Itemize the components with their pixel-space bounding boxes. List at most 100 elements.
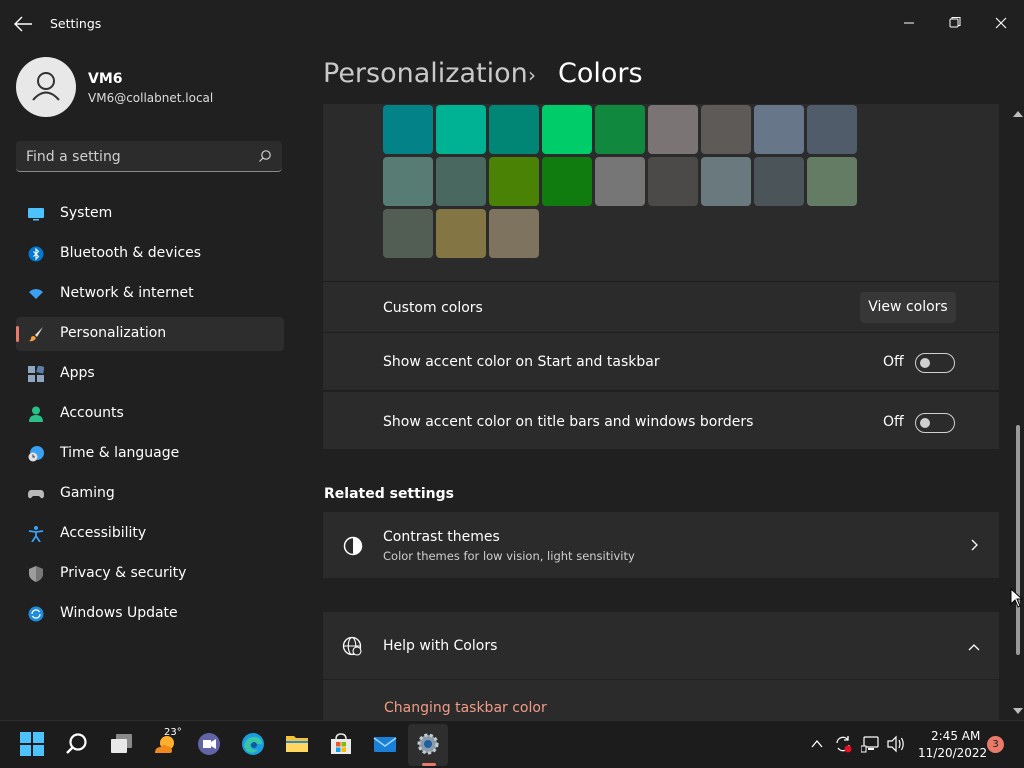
sidebar-item-label: Accounts <box>60 405 124 421</box>
sidebar-item-label: Time & language <box>60 445 180 461</box>
scroll-down-arrow-icon[interactable] <box>1013 707 1023 715</box>
sidebar-item-apps[interactable]: Apps <box>16 357 284 391</box>
color-swatch[interactable] <box>436 105 486 154</box>
sidebar-item-time-language[interactable]: Time & language <box>16 437 284 471</box>
sidebar-item-gaming[interactable]: Gaming <box>16 477 284 511</box>
clock-date[interactable]: 11/20/2022 <box>918 746 987 760</box>
sidebar-item-label: Accessibility <box>60 525 147 541</box>
toggle-state-text: Off <box>883 414 904 430</box>
sidebar-item-privacy[interactable]: Privacy & security <box>16 557 284 591</box>
search-input[interactable]: Find a setting <box>16 141 282 172</box>
color-swatch[interactable] <box>489 157 539 206</box>
notification-badge[interactable]: 3 <box>987 736 1004 753</box>
custom-colors-label: Custom colors <box>383 300 483 316</box>
contrast-icon <box>343 536 363 556</box>
color-swatch[interactable] <box>383 209 433 258</box>
sidebar-item-system[interactable]: System <box>16 197 284 231</box>
toggle-state-text: Off <box>883 354 904 370</box>
search-icon <box>259 150 271 162</box>
network-icon[interactable] <box>861 734 881 754</box>
color-swatch[interactable] <box>754 157 804 206</box>
shield-icon <box>29 566 43 582</box>
contrast-themes-title: Contrast themes <box>383 529 500 545</box>
color-swatch[interactable] <box>383 157 433 206</box>
monitor-icon <box>28 208 44 221</box>
active-indicator <box>16 326 19 342</box>
close-icon[interactable] <box>986 8 1016 38</box>
window-title: Settings <box>50 16 102 31</box>
task-view-icon[interactable] <box>108 731 134 757</box>
mail-icon[interactable] <box>372 731 398 757</box>
divider <box>323 390 999 391</box>
sidebar-item-accessibility[interactable]: Accessibility <box>16 517 284 551</box>
user-name: VM6 <box>88 71 123 87</box>
color-swatch[interactable] <box>542 157 592 206</box>
user-email: VM6@collabnet.local <box>88 91 214 105</box>
sidebar-item-accounts[interactable]: Accounts <box>16 397 284 431</box>
color-swatch[interactable] <box>807 157 857 206</box>
restore-icon[interactable] <box>940 8 970 38</box>
breadcrumb-parent[interactable]: Personalization <box>323 58 528 89</box>
update-icon <box>28 606 44 622</box>
sidebar-item-bluetooth[interactable]: Bluetooth & devices <box>16 237 284 271</box>
sidebar-item-label: Network & internet <box>60 285 194 301</box>
page-title: Colors <box>558 58 643 89</box>
related-settings-heading: Related settings <box>324 486 454 502</box>
sidebar-item-network[interactable]: Network & internet <box>16 277 284 311</box>
changing-taskbar-color-link[interactable]: Changing taskbar color <box>384 700 547 716</box>
toggle-knob <box>920 418 930 428</box>
sidebar-item-label: Windows Update <box>60 605 178 621</box>
color-swatch[interactable] <box>436 157 486 206</box>
accent-start-toggle[interactable] <box>915 353 955 373</box>
color-swatch[interactable] <box>383 105 433 154</box>
color-swatch[interactable] <box>489 105 539 154</box>
color-swatch[interactable] <box>648 157 698 206</box>
brush-icon <box>29 327 43 342</box>
clock-time[interactable]: 2:45 AM <box>931 729 980 743</box>
color-swatch[interactable] <box>595 157 645 206</box>
edge-icon[interactable] <box>240 731 266 757</box>
chevron-up-icon <box>968 644 980 651</box>
apps-icon <box>28 366 44 382</box>
sidebar-item-windows-update[interactable]: Windows Update <box>16 597 284 631</box>
color-swatch[interactable] <box>436 209 486 258</box>
scrollbar-thumb[interactable] <box>1016 425 1020 655</box>
volume-icon[interactable] <box>886 734 906 754</box>
color-swatch[interactable] <box>542 105 592 154</box>
color-swatch[interactable] <box>648 105 698 154</box>
accent-titlebar-row: Show accent color on title bars and wind… <box>323 392 999 449</box>
back-arrow-icon[interactable] <box>12 14 34 34</box>
help-colors-header[interactable]: Help with Colors <box>323 612 999 679</box>
sidebar-item-personalization[interactable]: Personalization <box>16 317 284 351</box>
color-swatch[interactable] <box>701 105 751 154</box>
file-explorer-icon[interactable] <box>284 731 310 757</box>
contrast-themes-card[interactable]: Contrast themes Color themes for low vis… <box>323 512 999 578</box>
settings-icon[interactable] <box>415 731 441 757</box>
store-icon[interactable] <box>328 731 354 757</box>
accessibility-icon <box>28 526 44 542</box>
color-swatch[interactable] <box>489 209 539 258</box>
avatar[interactable] <box>16 57 76 117</box>
color-swatch[interactable] <box>595 105 645 154</box>
accent-palette-card <box>323 104 999 281</box>
accent-titlebar-toggle[interactable] <box>915 413 955 433</box>
accent-start-label: Show accent color on Start and taskbar <box>383 354 660 370</box>
minimize-icon[interactable] <box>894 8 924 38</box>
help-colors-body: Changing taskbar color <box>323 680 999 720</box>
chevron-up-icon[interactable] <box>810 737 824 751</box>
start-icon[interactable] <box>20 732 44 756</box>
color-swatch[interactable] <box>807 105 857 154</box>
sidebar-item-label: Personalization <box>60 325 167 341</box>
color-swatch[interactable] <box>701 157 751 206</box>
search-icon[interactable] <box>64 731 90 757</box>
contrast-themes-subtitle: Color themes for low vision, light sensi… <box>383 549 635 563</box>
weather-temperature: 23° <box>164 727 182 738</box>
scroll-up-arrow-icon[interactable] <box>1013 110 1023 118</box>
sync-icon[interactable] <box>833 734 853 754</box>
color-swatch[interactable] <box>754 105 804 154</box>
teams-chat-icon[interactable] <box>196 731 222 757</box>
content-area: Custom colors View colors Show accent co… <box>323 104 1000 720</box>
view-colors-button[interactable]: View colors <box>860 292 956 323</box>
breadcrumb-separator: › <box>528 63 536 87</box>
accent-start-row: Show accent color on Start and taskbar O… <box>323 333 999 390</box>
